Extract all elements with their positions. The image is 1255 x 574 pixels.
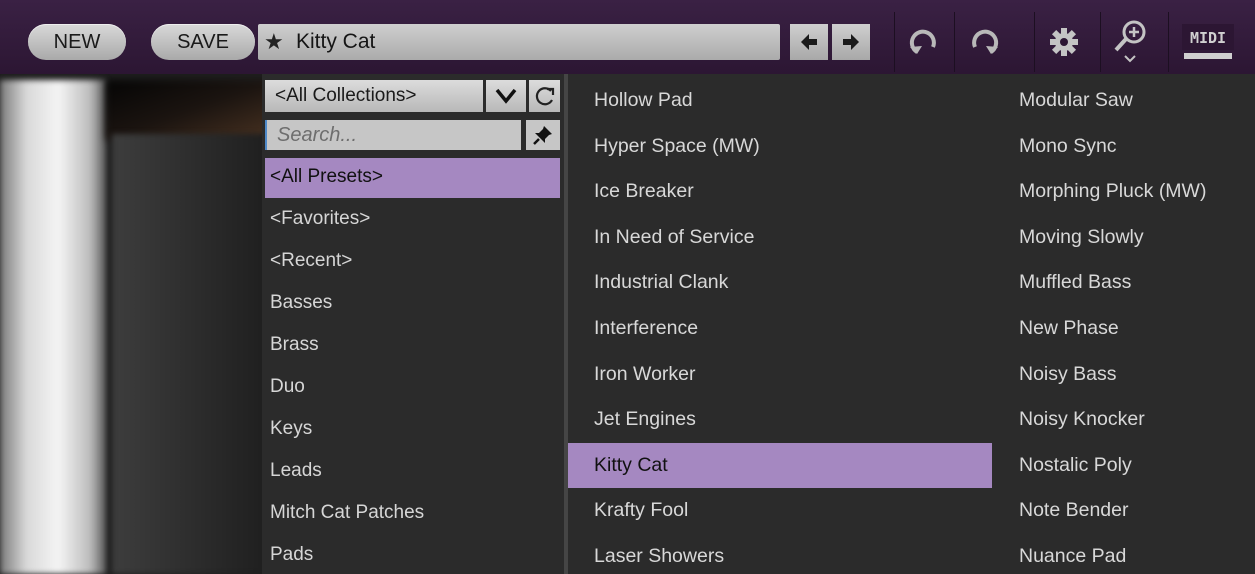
arrow-left-icon [801,34,817,50]
preset-item[interactable]: Hyper Space (MW) [568,124,992,170]
zoom-button[interactable] [1100,12,1158,72]
preset-item[interactable]: New Phase [998,306,1255,352]
preset-column-1: Hollow Pad Hyper Space (MW) Ice Breaker In … [568,78,992,574]
previous-preset-button[interactable] [790,24,828,60]
category-item[interactable]: Basses [265,282,560,324]
category-item[interactable]: <Recent> [265,240,560,282]
background-wood [106,80,262,140]
midi-button[interactable]: MIDI [1168,12,1246,72]
preset-name-bar[interactable]: ★ Kitty Cat [258,24,780,60]
background-instrument [0,74,262,574]
current-preset-name: Kitty Cat [296,30,376,53]
top-toolbar: NEW SAVE ★ Kitty Cat MIDI [0,0,1255,74]
midi-icon: MIDI [1181,24,1234,59]
star-icon[interactable]: ★ [264,24,284,60]
preset-list-panel: Hollow Pad Hyper Space (MW) Ice Breaker In … [568,74,1255,574]
zoom-in-icon [1114,20,1145,63]
background-panel [0,80,106,574]
category-item[interactable]: <Favorites> [265,198,560,240]
category-item[interactable]: <All Presets> [265,158,560,198]
category-item[interactable]: Mitch Cat Patches [265,492,560,534]
preset-item[interactable]: Nuance Pad [998,534,1255,574]
preset-item[interactable]: Nostalic Poly [998,443,1255,489]
category-item[interactable]: Brass [265,324,560,366]
category-panel: <All Collections> <All Presets><Favorite… [262,74,564,574]
category-item[interactable]: Leads [265,450,560,492]
preset-item[interactable]: Interference [568,306,992,352]
preset-item[interactable]: Jet Engines [568,397,992,443]
preset-item[interactable]: Muffled Bass [998,260,1255,306]
undo-icon [909,29,936,54]
preset-item[interactable]: Note Bender [998,488,1255,534]
pin-button[interactable] [526,120,560,150]
pin-icon [533,126,552,145]
background-shadow [112,134,262,574]
preset-item[interactable]: Morphing Pluck (MW) [998,169,1255,215]
midi-label: MIDI [1189,29,1225,47]
preset-item[interactable]: Hollow Pad [568,78,992,124]
redo-icon [971,29,998,54]
preset-item[interactable]: Iron Worker [568,352,992,398]
category-list: <All Presets> <Favorites> <Recent> Basses Br… [265,158,560,574]
preset-item[interactable]: Noisy Bass [998,352,1255,398]
refresh-icon [535,87,554,106]
preset-item[interactable]: Modular Saw [998,78,1255,124]
category-item[interactable]: Keys [265,408,560,450]
preset-item[interactable]: Industrial Clank [568,260,992,306]
undo-button[interactable] [894,12,952,72]
arrow-right-icon [843,34,859,50]
collection-dropdown-button[interactable] [486,80,526,112]
category-item[interactable]: Pads [265,534,560,574]
refresh-button[interactable] [529,80,560,112]
preset-column-2: Modular Saw Mono Sync Morphing Pluck (MW) M… [998,78,1255,574]
next-preset-button[interactable] [832,24,870,60]
preset-item[interactable]: Noisy Knocker [998,397,1255,443]
preset-item[interactable]: Ice Breaker [568,169,992,215]
preset-item[interactable]: Krafty Fool [568,488,992,534]
category-item[interactable]: Duo [265,366,560,408]
collection-dropdown[interactable]: <All Collections> [265,80,483,112]
preset-item[interactable]: In Need of Service [568,215,992,261]
preset-item[interactable]: Mono Sync [998,124,1255,170]
preset-item[interactable]: Moving Slowly [998,215,1255,261]
redo-button[interactable] [954,12,1012,72]
search-input[interactable] [265,120,521,150]
chevron-down-icon [495,88,517,104]
save-button[interactable]: SAVE [151,24,255,60]
preset-item[interactable]: Laser Showers [568,534,992,574]
gear-icon [1049,28,1078,56]
new-button[interactable]: NEW [28,24,126,60]
settings-button[interactable] [1034,12,1092,72]
preset-item[interactable]: Kitty Cat [568,442,992,489]
